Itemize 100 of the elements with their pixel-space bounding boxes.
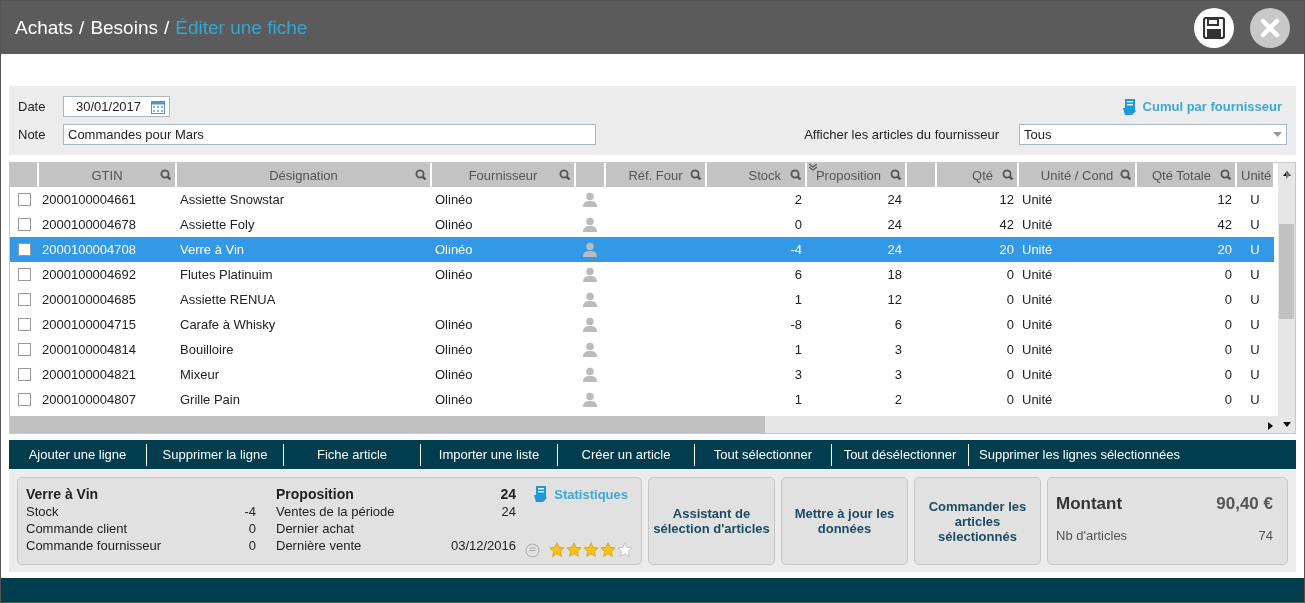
row-checkbox[interactable] [17,293,31,306]
table-cell: Unité [1022,217,1053,232]
column-header[interactable]: Proposition [806,163,906,187]
table-cell: 1 [794,342,802,357]
detail-value: 24 [501,504,516,519]
note-field[interactable]: Commandes pour Mars [63,123,596,145]
table-cell: Olinéo [435,267,473,282]
table-row[interactable]: 2000100004715 Carafe à Whisky Olinéo -8 6 0 Unité 0 U [10,312,1274,337]
table-cell: U [1250,292,1260,307]
dropdown-caret-icon [1273,131,1282,137]
toolbar-button[interactable]: Supprimer les lignes sélectionnées [968,443,1190,466]
row-checkbox[interactable] [17,243,31,256]
toolbar-button[interactable]: Ajouter une ligne [9,443,146,466]
table-row[interactable]: 2000100004692 Flutes Platinuim Olinéo 6 18 0 Unité 0 U [10,262,1274,287]
close-icon [1259,16,1281,39]
table-cell: 12 [1217,192,1232,207]
column-header[interactable]: GTIN [38,163,176,187]
action-button[interactable]: Mettre à jour les données [781,477,908,565]
toolbar-button[interactable]: Fiche article [283,443,420,466]
table-cell: U [1250,392,1260,407]
date-field[interactable]: 30/01/2017 [63,96,170,118]
column-header[interactable]: Stock [706,163,806,187]
detail-value: 24 [500,486,516,502]
table-cell: U [1250,242,1260,257]
table-row[interactable]: 2000100004821 Mixeur Olinéo 3 3 0 Unité 0 U [10,362,1274,387]
table-cell: 0 [1006,342,1014,357]
column-header[interactable]: Réf. Four [605,163,706,187]
vertical-scrollbar[interactable] [1278,163,1295,417]
row-checkbox[interactable] [17,343,31,356]
table-cell: 2 [794,192,802,207]
table-cell: Mixeur [180,367,219,382]
table-cell: 2000100004661 [42,192,136,207]
field-label: Note [18,126,47,142]
close-button[interactable] [1250,7,1290,48]
table-cell: 20 [1217,242,1232,257]
table-cell: 0 [1224,267,1232,282]
table-cell: 0 [1224,317,1232,332]
toolbar-button[interactable]: Supprimer la ligne [146,443,283,466]
table-cell: -4 [790,242,802,257]
document-icon [534,486,549,502]
calendar-icon [151,99,165,114]
table-cell: Unité [1022,367,1053,382]
table-row[interactable]: 2000100004685 Assiette RENUA 1 12 0 Unité 0 U [10,287,1274,312]
person-icon [583,342,597,357]
column-header[interactable]: Désignation [176,163,431,187]
table-cell: U [1250,267,1260,282]
table-cell: 42 [1217,217,1232,232]
table-row[interactable]: 2000100004814 Bouilloire Olinéo 1 3 0 Unité 0 U [10,337,1274,362]
column-header[interactable]: Unité [1236,163,1274,187]
column-header[interactable] [575,163,605,187]
table-cell: U [1250,367,1260,382]
table-cell: 12 [887,292,902,307]
row-checkbox[interactable] [17,318,31,331]
row-checkbox[interactable] [17,193,31,206]
column-header[interactable]: Qté Totale [1136,163,1236,187]
table-cell: 2000100004678 [42,217,136,232]
table-cell: Unité [1022,192,1053,207]
table-cell: 3 [794,367,802,382]
column-header[interactable] [906,163,936,187]
toolbar-button[interactable]: Tout sélectionner [694,443,831,466]
detail-label: Commande client [26,521,128,536]
breadcrumb-item[interactable]: Achats [15,16,74,39]
person-icon [583,192,597,207]
horizontal-scrollbar[interactable] [10,416,1295,433]
row-checkbox[interactable] [17,368,31,381]
person-icon [583,392,597,407]
toolbar-button[interactable]: Importer une liste [420,443,557,466]
table-cell: 0 [1224,292,1232,307]
row-checkbox[interactable] [17,268,31,281]
toolbar-button[interactable]: Créer un article [557,443,694,466]
table-cell: 12 [999,192,1014,207]
table-cell: Olinéo [435,192,473,207]
breadcrumb-separator: / [79,16,85,39]
save-button[interactable] [1194,7,1234,48]
toolbar-button[interactable]: Tout désélectionner [831,443,968,466]
table-cell: Olinéo [435,392,473,407]
column-header[interactable]: Fournisseur [431,163,575,187]
table-cell: 20 [999,242,1014,257]
action-button[interactable]: Commander les articles sélectionnés [914,477,1041,565]
table-cell: 2000100004814 [42,342,136,357]
breadcrumb-item[interactable]: Besoins [90,16,158,39]
column-header[interactable]: Unité / Cond [1018,163,1136,187]
table-cell: Assiette Foly [180,217,255,232]
table-cell: Grille Pain [180,392,240,407]
detail-value: 0 [248,538,256,553]
column-header[interactable] [10,163,38,187]
row-checkbox[interactable] [17,218,31,231]
action-button[interactable]: Assistant de sélection d'articles [648,477,775,565]
table-row[interactable]: 2000100004678 Assiette Foly Olinéo 0 24 42 Unité 42 U [10,212,1274,237]
field-label: Afficher les articles du fournisseur [804,126,999,142]
table-row[interactable]: 2000100004807 Grille Pain Olinéo 1 2 0 Unité 0 U [10,387,1274,412]
table-row[interactable]: 2000100004661 Assiette Snowstar Olinéo 2 24 12 Unité 12 U [10,187,1274,212]
detail-value: 03/12/2016 [450,538,516,553]
detail-value: 0 [248,521,256,536]
table-cell: 0 [794,217,802,232]
row-checkbox[interactable] [17,393,31,406]
person-icon [583,317,597,332]
column-header[interactable]: Qté [936,163,1018,187]
supplier-dropdown[interactable]: Tous [1019,123,1287,145]
table-cell: 0 [1224,392,1232,407]
